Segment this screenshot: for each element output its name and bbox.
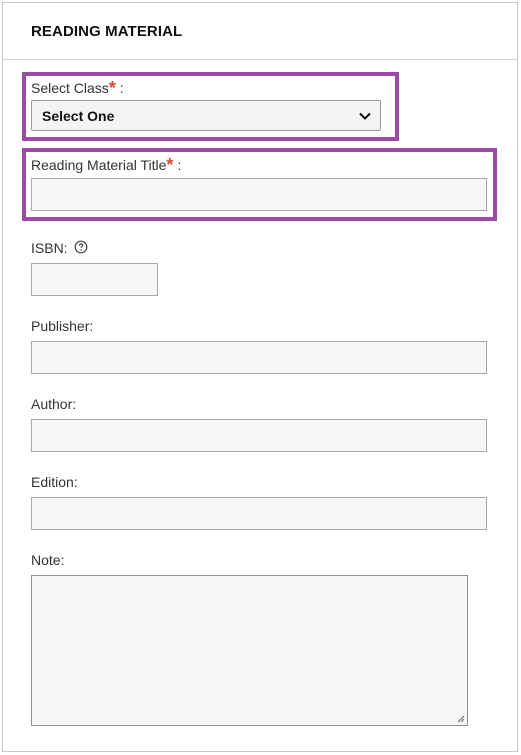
note-textarea[interactable] xyxy=(31,575,468,726)
edition-label: Edition: xyxy=(31,474,78,490)
resize-grip-icon[interactable] xyxy=(455,713,465,723)
required-asterisk: * xyxy=(108,78,116,98)
publisher-input[interactable] xyxy=(31,341,487,374)
panel-header: READING MATERIAL xyxy=(3,3,517,60)
label-colon: : xyxy=(177,157,182,173)
publisher-label: Publisher: xyxy=(31,318,94,334)
question-circle-icon[interactable] xyxy=(74,240,88,254)
edition-input[interactable] xyxy=(31,497,487,530)
title-label-text: Reading Material Title xyxy=(31,157,167,173)
label-colon: : xyxy=(119,80,124,96)
title-label: Reading Material Title* : xyxy=(31,154,181,175)
note-label: Note: xyxy=(31,552,65,568)
isbn-input[interactable] xyxy=(31,263,158,296)
select-class-value: Select One xyxy=(42,108,115,124)
select-class-dropdown[interactable]: Select One xyxy=(31,100,381,131)
select-class-label-text: Select Class xyxy=(31,80,109,96)
isbn-label: ISBN: xyxy=(31,240,68,256)
chevron-down-icon xyxy=(359,112,371,120)
required-asterisk: * xyxy=(166,155,174,175)
title-input[interactable] xyxy=(31,178,487,211)
author-input[interactable] xyxy=(31,419,487,452)
select-class-label: Select Class* : xyxy=(31,77,124,98)
panel-title: READING MATERIAL xyxy=(31,23,183,40)
author-label: Author: xyxy=(31,396,77,412)
